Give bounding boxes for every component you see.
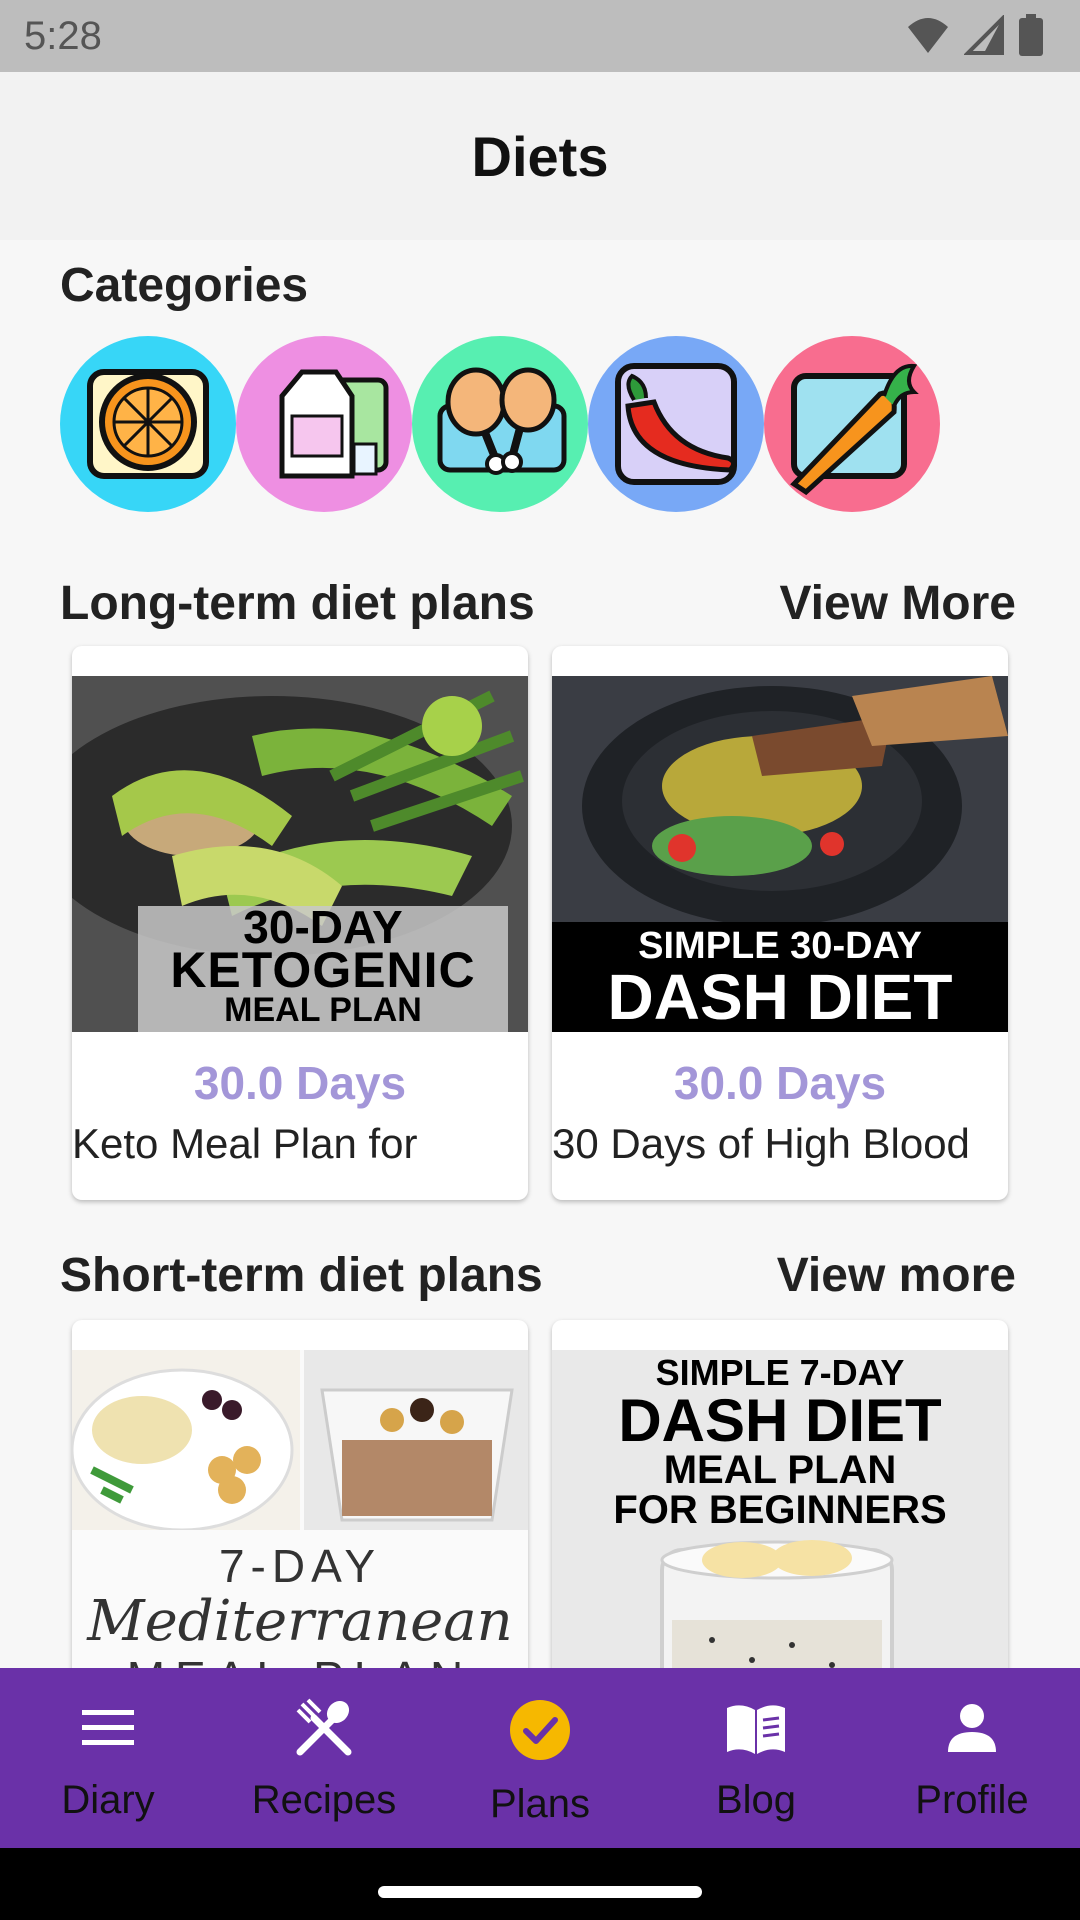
- categories-title: Categories: [60, 259, 309, 312]
- short-term-title: Short-term diet plans: [60, 1249, 543, 1302]
- signal-icon: [964, 15, 1004, 55]
- nav-recipes[interactable]: Recipes: [216, 1668, 432, 1848]
- diet-card-dash-7day[interactable]: SIMPLE 7-DAY DASH DIET MEAL PLAN FOR BEG…: [552, 1320, 1008, 1668]
- dash-banner: SIMPLE 30-DAY DASH DIET: [552, 922, 1008, 1032]
- dash-7day-banner: SIMPLE 7-DAY DASH DIET MEAL PLAN FOR BEG…: [552, 1350, 1008, 1532]
- dash-banner-line2: DASH DIET: [607, 961, 953, 1032]
- dash-7day-banner-line3: MEAL PLAN: [663, 1448, 897, 1492]
- category-pepper[interactable]: [588, 336, 764, 512]
- bottom-navigation: Diary Recipes Plans Blog Profile: [0, 1668, 1080, 1848]
- categories-row: [60, 336, 940, 512]
- keto-banner: 30-DAY KETOGENIC MEAL PLAN: [138, 904, 508, 1032]
- dash-7day-banner-line4: FOR BEGINNERS: [613, 1488, 947, 1532]
- mediterranean-banner-line1: 7-DAY: [218, 1540, 382, 1592]
- diet-card-mediterranean[interactable]: 7-DAY Mediterranean MEAL PLAN: [72, 1320, 528, 1668]
- long-term-title: Long-term diet plans: [60, 577, 535, 630]
- status-time: 5:28: [24, 14, 102, 58]
- menu-icon: [82, 1710, 134, 1745]
- carrot-icon: [790, 363, 919, 496]
- nav-diary[interactable]: Diary: [0, 1668, 216, 1848]
- mediterranean-image: 7-DAY Mediterranean MEAL PLAN: [72, 1350, 528, 1668]
- pepper-icon: [615, 363, 737, 485]
- nav-blog[interactable]: Blog: [648, 1668, 864, 1848]
- status-icons: [906, 14, 1044, 56]
- mediterranean-food-illustration: [72, 1350, 528, 1532]
- dash-7day-banner-line2: DASH DIET: [618, 1387, 942, 1454]
- nav-blog-label: Blog: [715, 1778, 797, 1822]
- status-bar: 5:28: [0, 0, 1080, 72]
- page-title: Diets: [471, 124, 609, 188]
- nav-plans-label: Plans: [489, 1782, 591, 1826]
- content-scroll[interactable]: Categories Long-term diet plans View Mor…: [0, 240, 1080, 1668]
- milk-icon: [279, 369, 389, 479]
- keto-title: Keto Meal Plan for Weight Loss: [72, 1120, 418, 1167]
- diet-card-dash[interactable]: SIMPLE 30-DAY DASH DIET 30.0 Days 30 Day…: [552, 646, 1008, 1200]
- dash-image: SIMPLE 30-DAY DASH DIET: [552, 676, 1008, 1032]
- dash-title: 30 Days of High Blood Pressure Diet: [552, 1120, 970, 1167]
- long-term-view-more-link[interactable]: View More: [779, 576, 1016, 631]
- category-orange[interactable]: [60, 336, 236, 512]
- dash-banner-line1: SIMPLE 30-DAY: [638, 925, 922, 967]
- nav-plans[interactable]: Plans: [432, 1668, 648, 1848]
- category-milk[interactable]: [236, 336, 412, 512]
- book-icon: [727, 1705, 785, 1754]
- oats-jar-illustration: [660, 1540, 894, 1668]
- home-gesture-handle[interactable]: [378, 1886, 702, 1898]
- category-carrot[interactable]: [764, 336, 940, 512]
- nav-profile[interactable]: Profile: [864, 1668, 1080, 1848]
- nav-diary-label: Diary: [61, 1778, 155, 1822]
- nav-profile-label: Profile: [915, 1778, 1029, 1822]
- keto-banner-line2: KETOGENIC: [170, 942, 476, 998]
- person-icon: [948, 1704, 996, 1752]
- chicken-icon: [437, 367, 567, 475]
- category-chicken[interactable]: [412, 336, 588, 512]
- mediterranean-banner: 7-DAY Mediterranean MEAL PLAN: [72, 1541, 528, 1668]
- dash-duration: 30.0 Days: [673, 1057, 887, 1109]
- utensils-icon: [296, 1698, 352, 1756]
- mediterranean-banner-line3: MEAL PLAN: [72, 1653, 528, 1668]
- mediterranean-banner-line2: Mediterranean: [87, 1589, 513, 1654]
- keto-duration: 30.0 Days: [193, 1057, 407, 1109]
- orange-icon: [87, 369, 209, 479]
- app-bar: Diets: [0, 72, 1080, 240]
- battery-icon: [1019, 14, 1043, 56]
- diet-card-keto[interactable]: 30-DAY KETOGENIC MEAL PLAN 30.0 Days Ket…: [72, 646, 528, 1200]
- wifi-icon: [908, 18, 948, 53]
- keto-image: 30-DAY KETOGENIC MEAL PLAN: [72, 676, 528, 1032]
- system-gesture-bar: [0, 1848, 1080, 1920]
- short-term-view-more-link[interactable]: View more: [777, 1248, 1016, 1303]
- dash-7day-image: SIMPLE 7-DAY DASH DIET MEAL PLAN FOR BEG…: [552, 1350, 1008, 1668]
- nav-recipes-label: Recipes: [251, 1778, 397, 1822]
- check-circle-icon: [510, 1700, 570, 1760]
